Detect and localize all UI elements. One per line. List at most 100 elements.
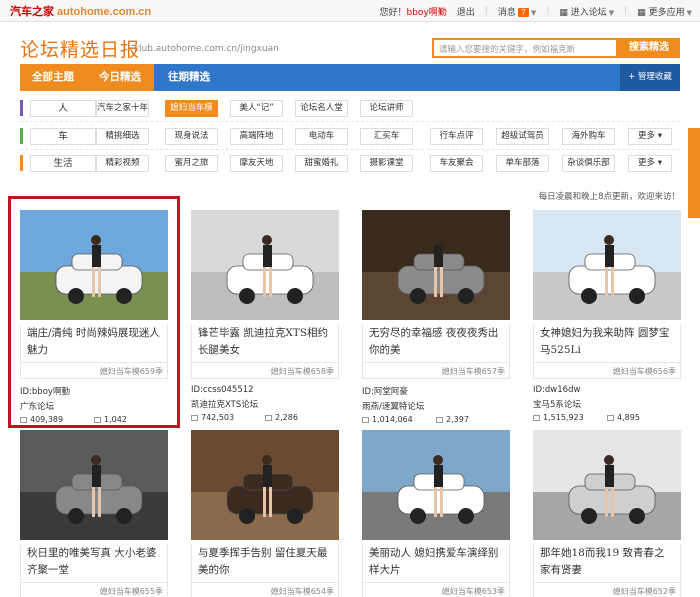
thread-title[interactable]: 秋日里的唯美写真 大小老婆齐聚一堂 bbox=[20, 545, 168, 583]
views-icon bbox=[362, 416, 369, 423]
messages-menu[interactable]: 消息 7 ▼ bbox=[498, 5, 536, 18]
forum-name[interactable]: 雨燕/速翼特论坛 bbox=[362, 400, 510, 412]
greeting: 您好！ bbox=[379, 7, 407, 18]
logout-link[interactable]: 退出 bbox=[457, 5, 475, 18]
forum-menu[interactable]: ▦ 进入论坛 ▼ bbox=[559, 5, 614, 18]
tab-all[interactable]: 全部主题 bbox=[20, 64, 86, 91]
thread-title[interactable]: 端庄/清纯 时尚辣妈展现迷人魅力 bbox=[20, 325, 168, 363]
thread-photo[interactable] bbox=[362, 430, 510, 540]
tab-today[interactable]: 今日精选 bbox=[86, 64, 154, 91]
photo-illustration bbox=[20, 210, 168, 320]
category-tag[interactable]: 电动车 bbox=[295, 128, 348, 145]
category-tag[interactable]: 甜蜜婚礼 bbox=[295, 155, 348, 172]
replies-stat: 1,042 bbox=[94, 415, 164, 424]
photo-illustration bbox=[191, 210, 339, 320]
thread-title[interactable]: 那年她18而我19 致青春之家有贤妻 bbox=[533, 545, 681, 583]
thread-card[interactable]: 那年她18而我19 致青春之家有贤妻 媳妇当车模652季 bbox=[533, 430, 681, 597]
search-input[interactable]: 请输入您要搜的关键字，例如福克斯 bbox=[432, 38, 618, 58]
thread-photo[interactable] bbox=[362, 210, 510, 320]
chevron-down-icon: ▾ bbox=[655, 131, 662, 141]
category-name[interactable]: 车 bbox=[30, 128, 96, 145]
thread-card[interactable]: 女神媳妇为我来助阵 圆梦宝马525Li 媳妇当车模656季 ID:dw16dw 宝马5… bbox=[533, 210, 681, 422]
category-tag[interactable]: 摄影课堂 bbox=[360, 155, 413, 172]
category-tag[interactable]: 杂谈俱乐部 bbox=[562, 155, 615, 172]
views-count: 409,389 bbox=[30, 415, 64, 424]
photo-illustration bbox=[20, 430, 168, 540]
category-tag[interactable]: 蜜月之旅 bbox=[165, 155, 218, 172]
photo-illustration bbox=[533, 210, 681, 320]
issue-label: 媳妇当车模652季 bbox=[533, 583, 681, 597]
category-tag[interactable]: 现身说法 bbox=[165, 128, 218, 145]
category-name[interactable]: 人 bbox=[30, 100, 96, 117]
thread-photo[interactable] bbox=[191, 430, 339, 540]
side-banner[interactable] bbox=[688, 128, 700, 218]
divider: | bbox=[624, 6, 628, 16]
divider: | bbox=[484, 6, 488, 16]
replies-stat: 2,397 bbox=[436, 415, 506, 424]
favorite-button[interactable]: + 管理收藏 bbox=[620, 64, 680, 91]
author-id[interactable]: ID:阿堂阿豪 bbox=[362, 385, 510, 397]
category-tag[interactable]: 车友聚会 bbox=[430, 155, 483, 172]
category-tag[interactable]: 行车点评 bbox=[430, 128, 483, 145]
category-tag[interactable]: 精挑细选 bbox=[96, 128, 149, 145]
forum-name[interactable]: 广东论坛 bbox=[20, 400, 168, 412]
views-count: 1,515,923 bbox=[543, 413, 584, 422]
category-tag[interactable]: 媳妇当车模 bbox=[165, 100, 218, 117]
page-title: 论坛精选日报 bbox=[20, 40, 141, 61]
author-id[interactable]: ID:dw16dw bbox=[533, 385, 681, 395]
thread-title[interactable]: 与夏季挥手告别 留住夏天最美的你 bbox=[191, 545, 339, 583]
thread-title[interactable]: 无穷尽的幸福感 夜夜夜秀出你的美 bbox=[362, 325, 510, 363]
category-tag[interactable]: 高端阵地 bbox=[230, 128, 283, 145]
category-tag[interactable]: 汽车之家十年 bbox=[96, 100, 149, 117]
category-tag[interactable]: 论坛名人堂 bbox=[295, 100, 348, 117]
category-tag[interactable]: 摩友天地 bbox=[230, 155, 283, 172]
site-logo[interactable]: 汽车之家 autohome.com.cn bbox=[10, 3, 151, 19]
thread-stats: 1,515,923 4,895 bbox=[533, 413, 681, 422]
issue-label: 媳妇当车模654季 bbox=[191, 583, 339, 597]
category-row: 人汽车之家十年 媳妇当车模 美人“记” 论坛名人堂 论坛讲师 bbox=[20, 98, 680, 118]
author-id[interactable]: ID:ccss045512 bbox=[191, 385, 339, 395]
message-count-badge: 7 bbox=[517, 7, 529, 17]
category-tag[interactable]: 美人“记” bbox=[230, 100, 283, 117]
category-tag[interactable]: 超级试驾员 bbox=[496, 128, 549, 145]
thread-card[interactable]: 端庄/清纯 时尚辣妈展现迷人魅力 媳妇当车模659季 ID:bboy啊勤 广东论坛 40… bbox=[20, 210, 168, 424]
author-id[interactable]: ID:bboy啊勤 bbox=[20, 385, 168, 397]
photo-illustration bbox=[191, 430, 339, 540]
category-color-bar bbox=[20, 128, 23, 144]
category-tag[interactable]: 单车部落 bbox=[496, 155, 549, 172]
forum-name[interactable]: 宝马5系论坛 bbox=[533, 398, 681, 410]
thread-title[interactable]: 锋芒毕露 凯迪拉克XTS相约长腿美女 bbox=[191, 325, 339, 363]
thread-card[interactable]: 无穷尽的幸福感 夜夜夜秀出你的美 媳妇当车模657季 ID:阿堂阿豪 雨燕/速翼特论坛… bbox=[362, 210, 510, 424]
thread-card[interactable]: 秋日里的唯美写真 大小老婆齐聚一堂 媳妇当车模655季 bbox=[20, 430, 168, 597]
category-more-button[interactable]: 更多 ▾ bbox=[628, 155, 672, 172]
category-tag[interactable]: 海外购车 bbox=[562, 128, 615, 145]
category-more-button[interactable]: 更多 ▾ bbox=[628, 128, 672, 145]
issue-label: 媳妇当车模658季 bbox=[191, 363, 339, 379]
views-stat: 1,014,064 bbox=[362, 415, 432, 424]
thread-card[interactable]: 与夏季挥手告别 留住夏天最美的你 媳妇当车模654季 bbox=[191, 430, 339, 597]
chevron-down-icon: ▼ bbox=[686, 8, 692, 17]
replies-count: 2,397 bbox=[446, 415, 469, 424]
thread-title[interactable]: 女神媳妇为我来助阵 圆梦宝马525Li bbox=[533, 325, 681, 363]
top-bar: 汽车之家 autohome.com.cn 您好！bboy啊勤 退出 | 消息 7 ▼ … bbox=[0, 0, 700, 22]
thread-photo[interactable] bbox=[191, 210, 339, 320]
more-apps-menu[interactable]: ▦ 更多应用 ▼ bbox=[637, 5, 692, 18]
thread-photo[interactable] bbox=[533, 210, 681, 320]
thread-card[interactable]: 锋芒毕露 凯迪拉克XTS相约长腿美女 媳妇当车模658季 ID:ccss045512… bbox=[191, 210, 339, 422]
category-name[interactable]: 生活 bbox=[30, 155, 96, 172]
category-tag[interactable]: 论坛讲师 bbox=[360, 100, 413, 117]
thread-photo[interactable] bbox=[20, 430, 168, 540]
tab-past[interactable]: 往期精选 bbox=[154, 64, 224, 91]
plus-icon: + bbox=[628, 72, 636, 82]
forum-name[interactable]: 凯迪拉克XTS论坛 bbox=[191, 398, 339, 410]
search-button[interactable]: 搜索精选 bbox=[618, 38, 680, 58]
views-stat: 1,515,923 bbox=[533, 413, 603, 422]
thread-title[interactable]: 美丽动人 媳妇携爱车演绎别样大片 bbox=[362, 545, 510, 583]
username-link[interactable]: bboy啊勤 bbox=[406, 8, 446, 18]
thread-card[interactable]: 美丽动人 媳妇携爱车演绎别样大片 媳妇当车模653季 bbox=[362, 430, 510, 597]
thread-photo[interactable] bbox=[533, 430, 681, 540]
thread-photo[interactable] bbox=[20, 210, 168, 320]
replies-count: 4,895 bbox=[617, 413, 640, 422]
category-tag[interactable]: 汇买车 bbox=[360, 128, 413, 145]
category-tag[interactable]: 精彩视频 bbox=[96, 155, 149, 172]
